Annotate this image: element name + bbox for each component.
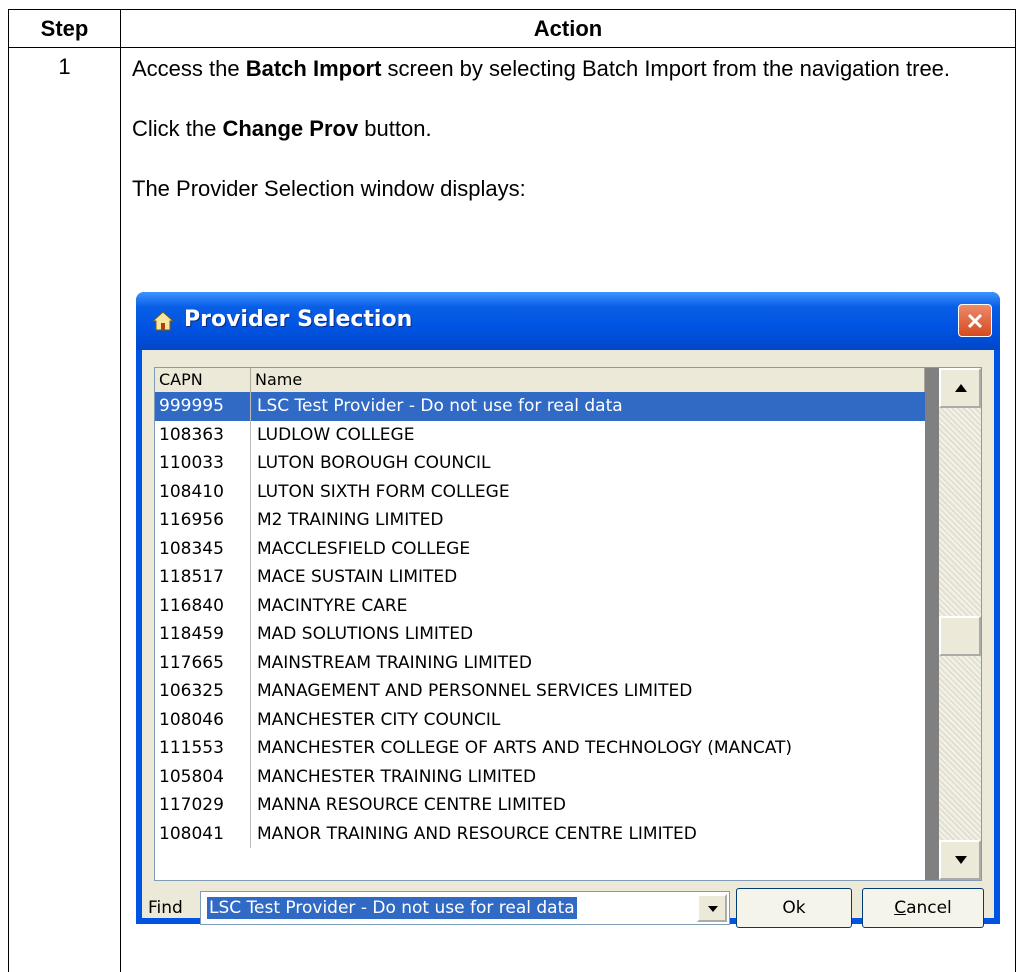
ok-button[interactable]: Ok [736, 888, 852, 928]
header-step: Step [9, 10, 121, 48]
row-name: MANCHESTER CITY COUNCIL [251, 706, 925, 735]
table-row[interactable]: 106325MANAGEMENT AND PERSONNEL SERVICES … [155, 677, 939, 706]
row-capn: 111553 [155, 734, 251, 763]
find-value: LSC Test Provider - Do not use for real … [207, 897, 577, 919]
table-row[interactable]: 118517MACE SUSTAIN LIMITED [155, 563, 939, 592]
table-row[interactable]: 117029MANNA RESOURCE CENTRE LIMITED [155, 791, 939, 820]
instruction-displays: The Provider Selection window displays: [132, 174, 1015, 204]
row-name: MAD SOLUTIONS LIMITED [251, 620, 925, 649]
table-row[interactable]: 117665MAINSTREAM TRAINING LIMITED [155, 649, 939, 678]
row-name: LUDLOW COLLEGE [251, 421, 925, 450]
list-header: CAPN Name [155, 368, 939, 393]
table-row[interactable]: 111553MANCHESTER COLLEGE OF ARTS AND TEC… [155, 734, 939, 763]
table-row[interactable]: 108410LUTON SIXTH FORM COLLEGE [155, 478, 939, 507]
row-capn: 108046 [155, 706, 251, 735]
step-number: 1 [9, 48, 121, 972]
row-capn: 108410 [155, 478, 251, 507]
instruction-click: Click the Change Prov button. [132, 114, 1015, 144]
chevron-down-icon [707, 905, 719, 913]
row-capn: 117029 [155, 791, 251, 820]
table-row[interactable]: 116840MACINTYRE CARE [155, 592, 939, 621]
arrow-down-icon [954, 855, 968, 865]
row-capn: 106325 [155, 677, 251, 706]
row-name: LSC Test Provider - Do not use for real … [251, 392, 925, 421]
find-dropdown-button[interactable] [697, 894, 727, 922]
row-name: MACINTYRE CARE [251, 592, 925, 621]
row-name: MANAGEMENT AND PERSONNEL SERVICES LIMITE… [251, 677, 925, 706]
table-row[interactable]: 108046MANCHESTER CITY COUNCIL [155, 706, 939, 735]
home-icon [152, 311, 174, 331]
row-capn: 108345 [155, 535, 251, 564]
row-name: MANCHESTER COLLEGE OF ARTS AND TECHNOLOG… [251, 734, 925, 763]
table-row[interactable]: 105804MANCHESTER TRAINING LIMITED [155, 763, 939, 792]
provider-selection-dialog: Provider Selection CAPN Name 999995LSC T… [136, 292, 1000, 924]
close-button[interactable] [958, 304, 992, 337]
dialog-client-area: CAPN Name 999995LSC Test Provider - Do n… [142, 350, 994, 918]
dialog-title: Provider Selection [184, 307, 412, 332]
table-row[interactable]: 108041MANOR TRAINING AND RESOURCE CENTRE… [155, 820, 939, 849]
find-combobox[interactable]: LSC Test Provider - Do not use for real … [200, 891, 730, 925]
row-name: LUTON SIXTH FORM COLLEGE [251, 478, 925, 507]
row-capn: 999995 [155, 392, 251, 421]
row-capn: 110033 [155, 449, 251, 478]
row-capn: 116956 [155, 506, 251, 535]
row-name: M2 TRAINING LIMITED [251, 506, 925, 535]
row-name: MACE SUSTAIN LIMITED [251, 563, 925, 592]
row-name: MANOR TRAINING AND RESOURCE CENTRE LIMIT… [251, 820, 925, 849]
instruction-access: Access the Batch Import screen by select… [132, 54, 1015, 84]
header-action: Action [121, 10, 1016, 48]
row-name: MACCLESFIELD COLLEGE [251, 535, 925, 564]
table-row[interactable]: 116956M2 TRAINING LIMITED [155, 506, 939, 535]
row-capn: 117665 [155, 649, 251, 678]
arrow-up-icon [954, 383, 968, 393]
cancel-button[interactable]: Cancel [862, 888, 984, 928]
close-icon [966, 312, 984, 330]
row-name: LUTON BOROUGH COUNCIL [251, 449, 925, 478]
column-header-capn[interactable]: CAPN [155, 368, 251, 392]
provider-list[interactable]: CAPN Name 999995LSC Test Provider - Do n… [154, 367, 982, 881]
table-row[interactable]: 108345MACCLESFIELD COLLEGE [155, 535, 939, 564]
row-name: MANCHESTER TRAINING LIMITED [251, 763, 925, 792]
table-row[interactable]: 110033LUTON BOROUGH COUNCIL [155, 449, 939, 478]
row-name: MANNA RESOURCE CENTRE LIMITED [251, 791, 925, 820]
row-capn: 105804 [155, 763, 251, 792]
row-name: MAINSTREAM TRAINING LIMITED [251, 649, 925, 678]
table-row[interactable]: 118459MAD SOLUTIONS LIMITED [155, 620, 939, 649]
row-capn: 118459 [155, 620, 251, 649]
table-row[interactable]: 999995LSC Test Provider - Do not use for… [155, 392, 939, 421]
list-rows: 999995LSC Test Provider - Do not use for… [155, 392, 939, 848]
find-label: Find [148, 898, 183, 918]
scroll-up-button[interactable] [939, 368, 981, 408]
vertical-scrollbar[interactable] [939, 368, 981, 880]
dialog-titlebar[interactable]: Provider Selection [136, 292, 1000, 350]
scroll-thumb[interactable] [939, 616, 981, 656]
row-capn: 116840 [155, 592, 251, 621]
table-row[interactable]: 108363LUDLOW COLLEGE [155, 421, 939, 450]
scroll-down-button[interactable] [939, 840, 981, 880]
row-capn: 108363 [155, 421, 251, 450]
row-capn: 118517 [155, 563, 251, 592]
row-capn: 108041 [155, 820, 251, 849]
column-header-name[interactable]: Name [251, 368, 925, 392]
